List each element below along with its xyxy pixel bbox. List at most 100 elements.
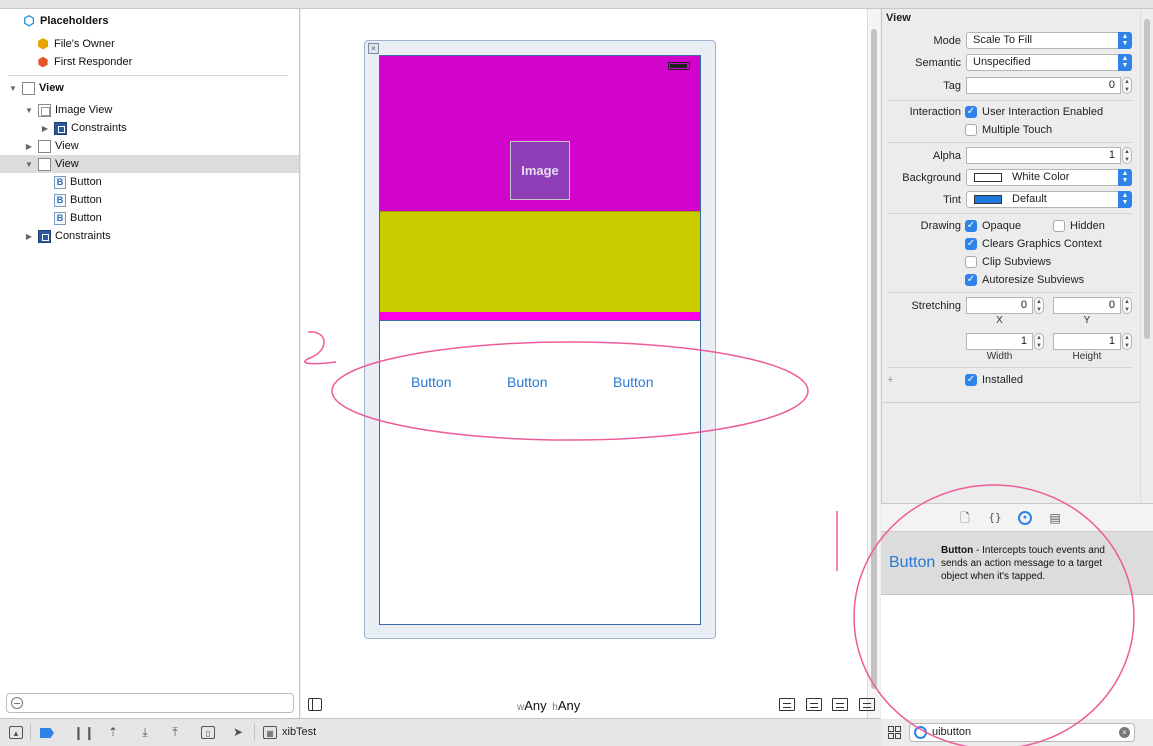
add-variation-plus-icon[interactable]: + (887, 374, 893, 386)
canvas-scrollbar[interactable] (867, 9, 880, 718)
resolve-issues-icon[interactable] (858, 698, 875, 711)
inspector-separator (888, 100, 1133, 101)
hidden-label: Hidden (1070, 220, 1105, 232)
canvas-button-1[interactable]: Button (411, 374, 451, 392)
tag-label: Tag (943, 80, 961, 92)
library-item-description: Button - Intercepts touch events and sen… (941, 544, 1131, 583)
top-toolbar-strip (0, 0, 1153, 9)
tag-field[interactable]: 0 (966, 77, 1121, 94)
file-template-icon[interactable]: 🗋 (958, 511, 972, 525)
hidden-checkbox[interactable] (1053, 220, 1065, 232)
semantic-popup[interactable]: Unspecified ▲ ▼ (966, 54, 1132, 71)
clip-subviews-checkbox[interactable] (965, 256, 977, 268)
pin-icon[interactable] (832, 698, 849, 711)
disclosure-closed-icon[interactable]: ▶ (24, 141, 34, 151)
user-interaction-checkbox[interactable]: ✓ (965, 106, 977, 118)
align-icon[interactable] (805, 698, 822, 711)
popup-arrows-icon: ▲ ▼ (1118, 32, 1132, 49)
debug-bar (0, 718, 881, 746)
mode-label: Mode (933, 35, 961, 47)
stretch-height-stepper[interactable]: ▲ ▼ (1122, 333, 1132, 350)
canvas-button-3[interactable]: Button (613, 374, 653, 392)
buttons-container-view[interactable] (380, 312, 700, 321)
button-icon: B (54, 211, 66, 225)
object-library-icon[interactable]: ● (1018, 511, 1032, 525)
disclosure-open-icon[interactable]: ▼ (8, 83, 18, 93)
disclosure-open-icon[interactable]: ▼ (24, 105, 34, 115)
document-outline-toggle-icon[interactable] (308, 698, 322, 711)
hide-debug-area-icon[interactable]: ▲ (9, 726, 23, 739)
outline-item-button-2[interactable]: B Button (0, 191, 299, 209)
alpha-stepper[interactable]: ▲ ▼ (1122, 147, 1132, 164)
inspector-scrollbar-thumb[interactable] (1144, 19, 1150, 339)
constraints-icon (54, 121, 67, 135)
background-color-popup[interactable]: White Color ▲ ▼ (966, 169, 1132, 186)
outline-separator (8, 75, 288, 76)
outline-item-button-3[interactable]: B Button (0, 209, 299, 227)
tint-color-popup[interactable]: Default ▲ ▼ (966, 191, 1132, 208)
outline-item-first-responder[interactable]: ⬢ First Responder (0, 53, 299, 71)
semantic-value: Unspecified (973, 56, 1031, 68)
size-class-selector[interactable]: wAny hAny (517, 698, 580, 713)
scheme-icon: ▦ (263, 726, 277, 739)
autoresize-subviews-checkbox[interactable]: ✓ (965, 274, 977, 286)
outline-item-root-constraints[interactable]: ▶ Constraints (0, 227, 299, 245)
first-responder-cube-icon: ⬢ (37, 55, 49, 69)
stretch-height-field[interactable]: 1 (1053, 333, 1121, 350)
olive-view[interactable] (380, 211, 700, 312)
outline-item-label: File's Owner (54, 38, 115, 50)
image-view-placeholder[interactable]: Image (510, 141, 570, 200)
disclosure-open-icon[interactable]: ▼ (24, 159, 34, 169)
outline-item-view-b-selected[interactable]: ▼ View (0, 155, 299, 173)
opaque-checkbox[interactable]: ✓ (965, 220, 977, 232)
inspector-scrollbar[interactable] (1140, 9, 1153, 503)
installed-label: Installed (982, 374, 1023, 386)
stretch-width-stepper[interactable]: ▲ ▼ (1034, 333, 1044, 350)
outline-item-label: Button (70, 212, 102, 224)
tag-stepper[interactable]: ▲ ▼ (1122, 77, 1132, 94)
interface-builder-window: { "outline": { "placeholders": "Placehol… (0, 0, 1153, 746)
multiple-touch-checkbox[interactable] (965, 124, 977, 136)
semantic-label: Semantic (915, 57, 961, 69)
mode-popup[interactable]: Scale To Fill ▲ ▼ (966, 32, 1132, 49)
step-over-icon[interactable]: ⇡ (106, 726, 120, 739)
stretch-y-stepper[interactable]: ▲ ▼ (1122, 297, 1132, 314)
clears-graphics-checkbox[interactable]: ✓ (965, 238, 977, 250)
media-library-icon[interactable]: ▤ (1048, 511, 1062, 525)
disclosure-closed-icon[interactable]: ▶ (24, 231, 34, 241)
outline-item-view-a[interactable]: ▶ View (0, 137, 299, 155)
canvas-button-2[interactable]: Button (507, 374, 547, 392)
outline-item-image-view[interactable]: ▼ Image View (0, 101, 299, 119)
location-icon[interactable]: ➤ (231, 726, 245, 739)
step-out-icon[interactable]: ⤒ (168, 726, 182, 739)
outline-filter-input[interactable] (6, 693, 294, 713)
inspector-bottom-separator (881, 402, 1140, 403)
clip-subviews-label: Clip Subviews (982, 256, 1052, 268)
pause-icon[interactable]: ❙❙ (73, 726, 95, 739)
library-search-input[interactable]: uibutton × (909, 723, 1135, 742)
close-icon[interactable]: × (368, 43, 379, 54)
outline-item-image-constraints[interactable]: ▶ Constraints (0, 119, 299, 137)
clear-search-icon[interactable]: × (1119, 727, 1130, 738)
stretch-x-field[interactable]: 0 (966, 297, 1033, 314)
installed-checkbox[interactable]: ✓ (965, 374, 977, 386)
canvas-scrollbar-thumb[interactable] (871, 29, 877, 689)
outline-item-root-view[interactable]: ▼ View (0, 79, 299, 97)
white-color-swatch (974, 173, 1002, 182)
embed-stack-icon[interactable] (779, 698, 795, 711)
stretch-y-field[interactable]: 0 (1053, 297, 1121, 314)
tint-value: Default (1012, 193, 1047, 205)
view-debugger-icon[interactable]: ▯ (201, 726, 215, 739)
outline-item-button-1[interactable]: B Button (0, 173, 299, 191)
stretch-width-field[interactable]: 1 (966, 333, 1033, 350)
grid-view-icon[interactable] (888, 726, 901, 739)
battery-icon (668, 62, 690, 70)
outline-placeholders-header[interactable]: ⬡ Placeholders (0, 12, 299, 30)
outline-item-files-owner[interactable]: ⬢ File's Owner (0, 35, 299, 53)
alpha-field[interactable]: 1 (966, 147, 1121, 164)
disclosure-closed-icon[interactable]: ▶ (40, 123, 50, 133)
stretch-x-stepper[interactable]: ▲ ▼ (1034, 297, 1044, 314)
scheme-label[interactable]: xibTest (282, 726, 316, 738)
code-snippet-icon[interactable]: {} (988, 511, 1002, 525)
step-in-icon[interactable]: ⤓ (138, 726, 152, 739)
